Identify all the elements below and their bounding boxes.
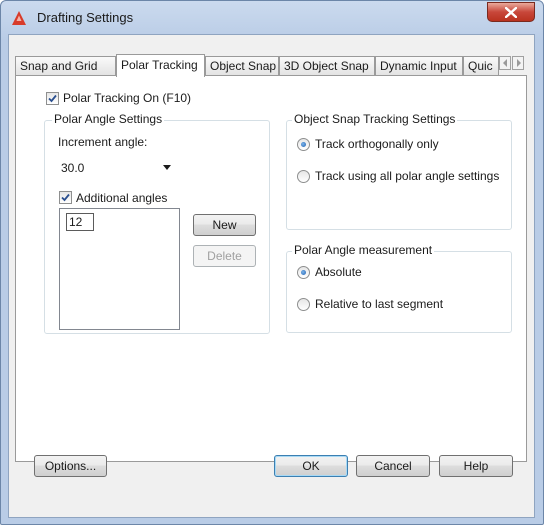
object-snap-tracking-title: Object Snap Tracking Settings [292,112,458,126]
track-orthogonally-label[interactable]: Track orthogonally only [315,137,439,151]
options-button[interactable]: Options... [34,455,107,477]
polar-angle-measurement-group [286,251,512,333]
increment-angle-value: 30.0 [61,161,85,175]
increment-angle-label: Increment angle: [58,135,148,149]
checkmark-icon [61,193,70,202]
additional-angles-checkbox[interactable] [59,191,72,204]
tab-quick-properties[interactable]: Quic [463,56,499,75]
increment-angle-dropdown[interactable]: 30.0 [57,158,180,178]
tab-snap-and-grid[interactable]: Snap and Grid [15,56,116,75]
track-all-polar-radio[interactable] [297,170,310,183]
absolute-radio[interactable] [297,266,310,279]
relative-to-last-segment-label[interactable]: Relative to last segment [315,297,443,311]
autocad-a-icon [11,10,27,26]
polar-tracking-on-label[interactable]: Polar Tracking On (F10) [63,91,191,105]
tab-scroll-left[interactable] [499,56,511,70]
ok-button[interactable]: OK [274,455,348,477]
title-bar[interactable]: Drafting Settings [1,1,544,35]
relative-to-last-segment-radio[interactable] [297,298,310,311]
angle-entry-field[interactable]: 12 [66,213,94,231]
new-angle-button[interactable]: New [193,214,256,236]
polar-angle-settings-title: Polar Angle Settings [52,112,165,126]
absolute-label[interactable]: Absolute [315,265,362,279]
polar-tracking-on-checkbox[interactable] [46,92,59,105]
chevron-right-icon [517,59,521,67]
tab-polar-tracking[interactable]: Polar Tracking [116,54,205,77]
tab-object-snap[interactable]: Object Snap [205,56,279,75]
delete-angle-button[interactable]: Delete [193,245,256,267]
close-icon [505,7,517,18]
track-orthogonally-radio[interactable] [297,138,310,151]
tab-3d-object-snap[interactable]: 3D Object Snap [279,56,375,75]
chevron-down-icon [163,165,171,170]
additional-angles-list[interactable]: 12 [59,208,180,330]
checkmark-icon [48,94,57,103]
chevron-left-icon [503,59,507,67]
close-button[interactable] [487,2,535,22]
tab-dynamic-input[interactable]: Dynamic Input [375,56,463,75]
additional-angles-label[interactable]: Additional angles [76,191,167,205]
tab-scroll-right[interactable] [512,56,524,70]
polar-angle-measurement-title: Polar Angle measurement [292,243,435,257]
window-title: Drafting Settings [37,10,134,25]
track-all-polar-label[interactable]: Track using all polar angle settings [315,169,499,183]
cancel-button[interactable]: Cancel [356,455,430,477]
help-button[interactable]: Help [439,455,513,477]
